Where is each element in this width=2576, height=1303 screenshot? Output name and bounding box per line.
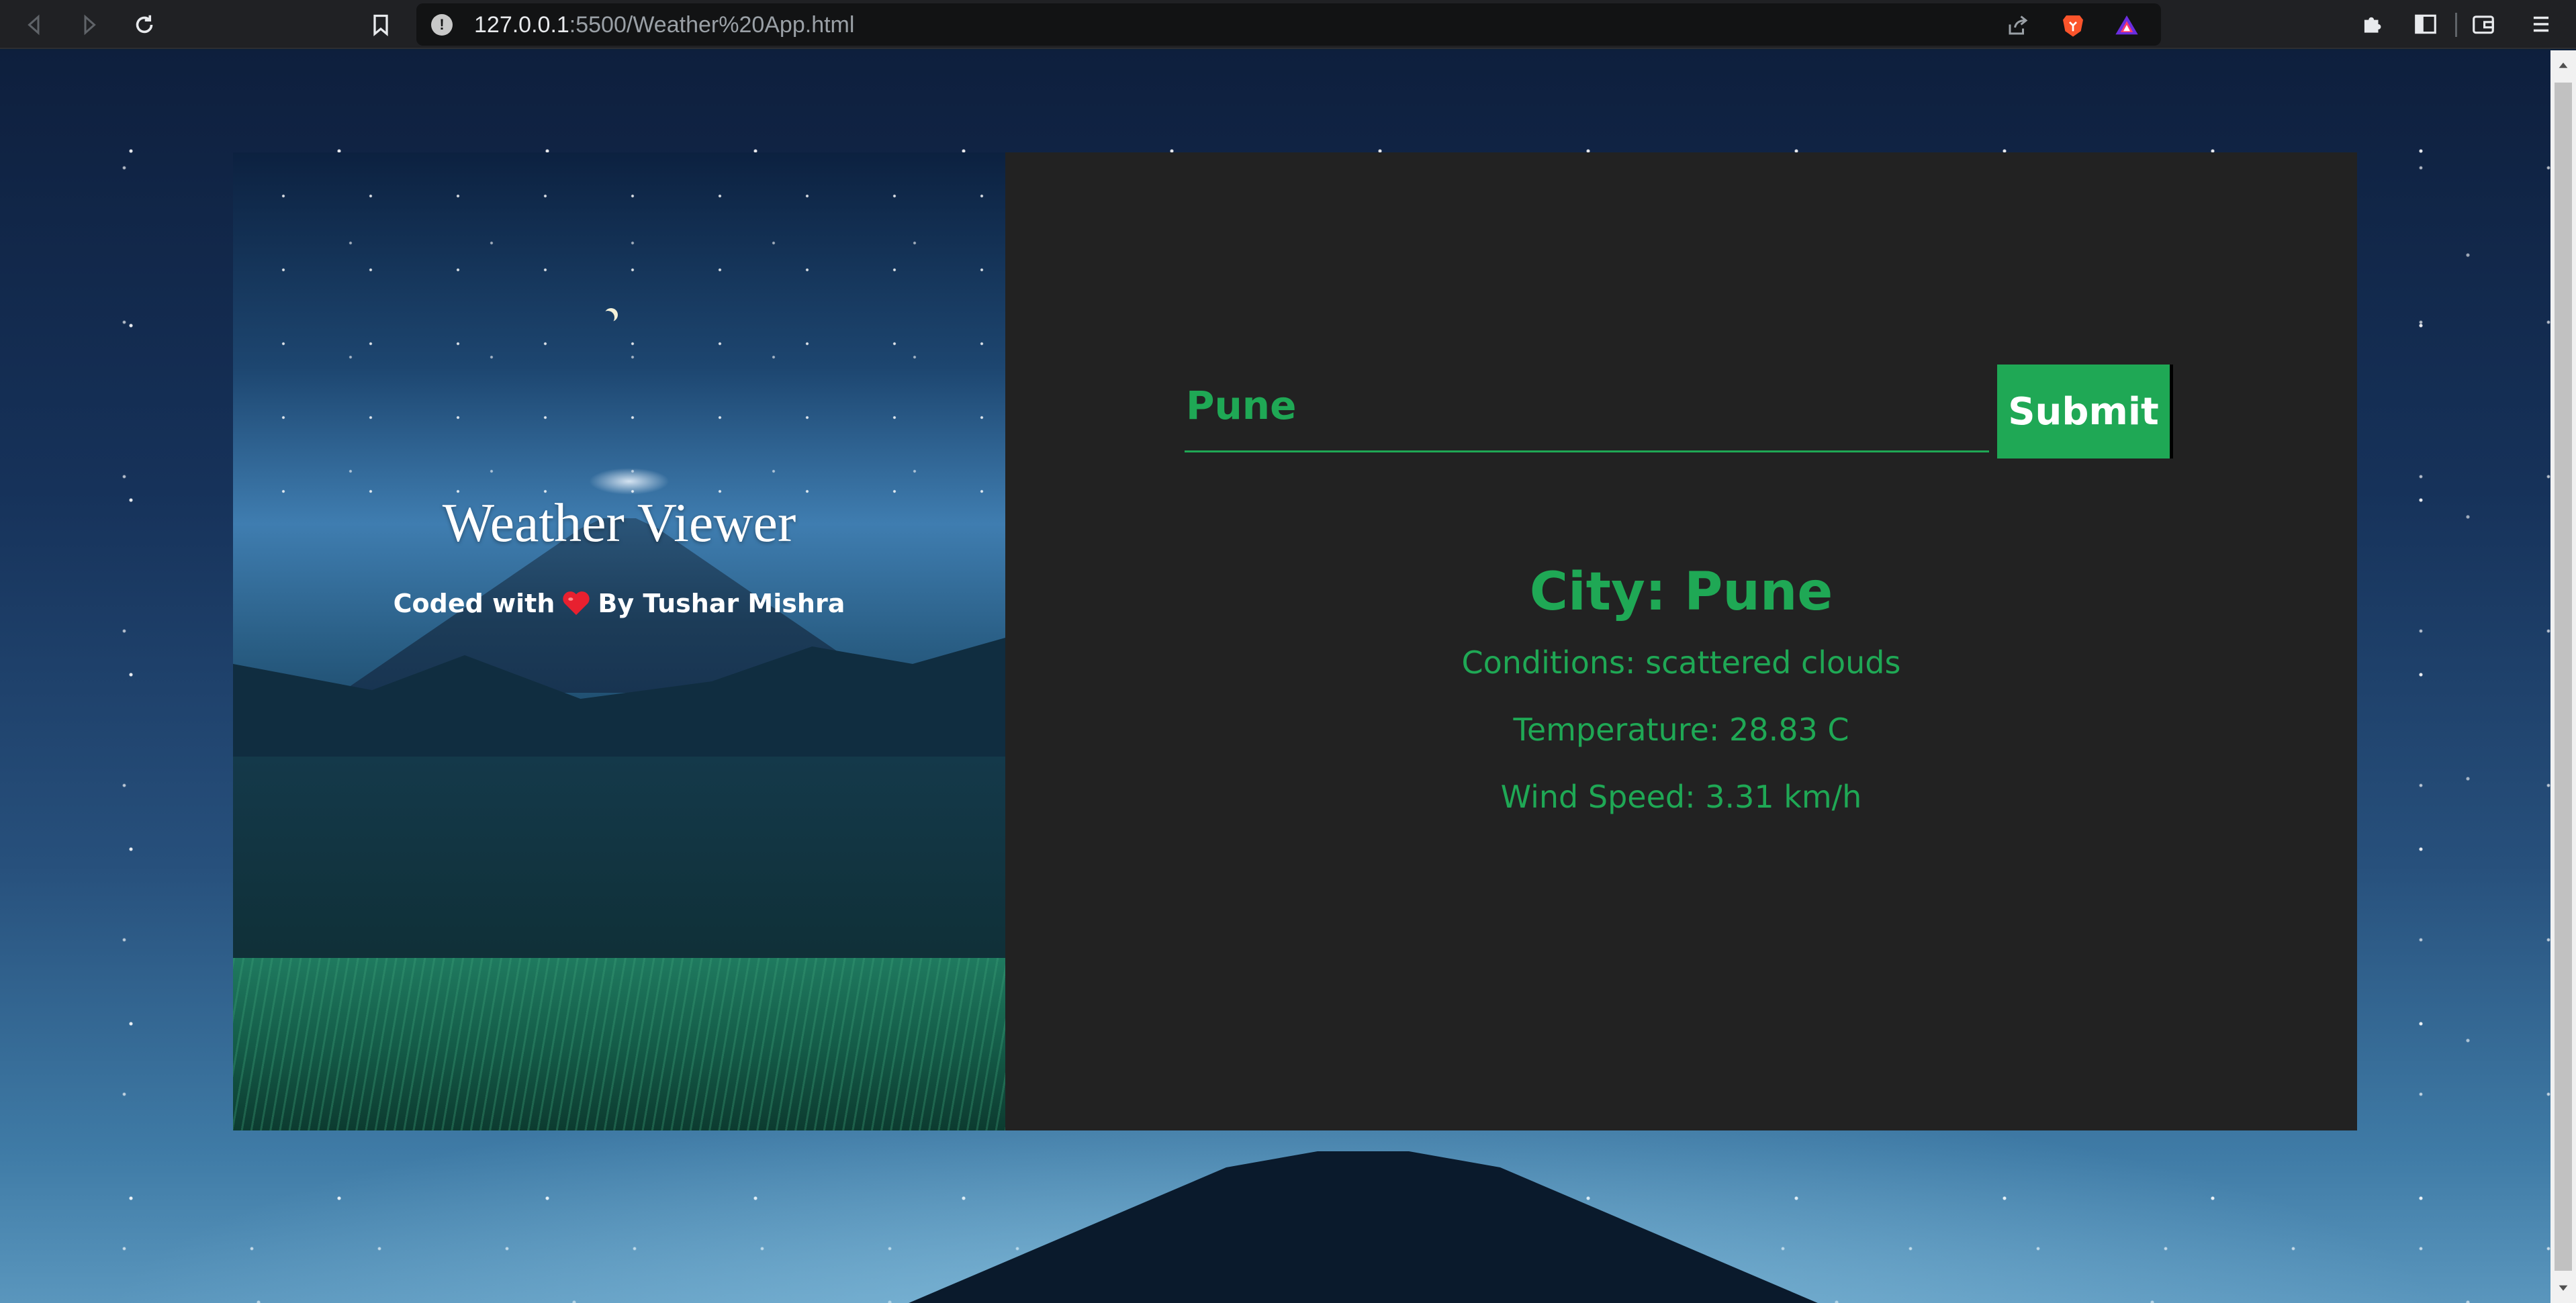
- rewards-triangle-icon: [2115, 15, 2138, 35]
- back-arrow-icon: [28, 14, 40, 36]
- hero-panel: Weather Viewer Coded with By Tushar Mishr…: [233, 152, 1005, 1130]
- browser-toolbar: ! 127.0.0.1:5500/Weather%20App.html: [0, 0, 2576, 49]
- hamburger-menu-icon: [2533, 16, 2549, 32]
- url-text: 127.0.0.1:5500/Weather%20App.html: [474, 12, 854, 38]
- submit-button[interactable]: Submit: [1997, 365, 2173, 459]
- sidebar-icon: [2415, 14, 2436, 34]
- extensions-button[interactable]: [2356, 8, 2388, 40]
- weather-panel: Submit City: Pune Conditions: scattered …: [1005, 152, 2357, 1130]
- hero-grass: [233, 958, 1005, 1130]
- byline-prefix: Coded with: [393, 589, 555, 618]
- forward-arrow-icon: [84, 14, 96, 36]
- city-name: City: Pune: [1529, 562, 1833, 622]
- city-input[interactable]: [1185, 360, 1989, 452]
- weather-results: City: Pune Conditions: scattered clouds …: [1005, 555, 2357, 830]
- share-icon: [2009, 15, 2028, 35]
- forward-button[interactable]: [71, 7, 107, 43]
- temperature-text: Temperature: 28.83 C: [1513, 712, 1849, 748]
- byline-author: By Tushar Mishra: [598, 589, 845, 618]
- scroll-up-arrow-icon[interactable]: [2556, 58, 2571, 73]
- address-bar[interactable]: ! 127.0.0.1:5500/Weather%20App.html: [416, 3, 2457, 46]
- brave-rewards-button[interactable]: [2113, 11, 2141, 40]
- site-info-icon[interactable]: !: [431, 14, 453, 36]
- wallet-button[interactable]: [2467, 8, 2499, 40]
- menu-button[interactable]: [2525, 8, 2557, 40]
- address-bar-divider: [2455, 13, 2457, 37]
- heart-icon: [563, 591, 590, 616]
- scroll-down-arrow-icon[interactable]: [2556, 1280, 2571, 1295]
- url-path: :5500/Weather%20App.html: [569, 12, 855, 38]
- mountain-cloud: [589, 468, 670, 495]
- app-byline: Coded with By Tushar Mishra: [233, 589, 1005, 618]
- reload-icon: [136, 15, 153, 34]
- puzzle-piece-icon: [2364, 17, 2381, 33]
- conditions-text: Conditions: scattered clouds: [1461, 644, 1901, 681]
- reload-button[interactable]: [126, 7, 163, 43]
- brave-lion-icon: [2063, 15, 2083, 37]
- hero-valley: [233, 757, 1005, 978]
- wallet-icon: [2473, 15, 2494, 34]
- app-title: Weather Viewer: [442, 492, 796, 553]
- wind-speed-text: Wind Speed: 3.31 km/h: [1500, 779, 1862, 815]
- url-host: 127.0.0.1: [474, 12, 569, 38]
- crescent-moon-icon: [601, 311, 614, 324]
- share-button[interactable]: [2004, 11, 2032, 40]
- brave-shields-button[interactable]: [2059, 11, 2087, 40]
- bookmark-button[interactable]: [363, 7, 399, 43]
- back-button[interactable]: [16, 7, 52, 43]
- weather-card: Weather Viewer Coded with By Tushar Mishr…: [233, 152, 2357, 1130]
- scrollbar-thumb[interactable]: [2555, 83, 2572, 1271]
- vertical-scrollbar[interactable]: [2550, 50, 2576, 1303]
- bookmark-icon: [373, 14, 388, 37]
- sidebar-button[interactable]: [2409, 8, 2442, 40]
